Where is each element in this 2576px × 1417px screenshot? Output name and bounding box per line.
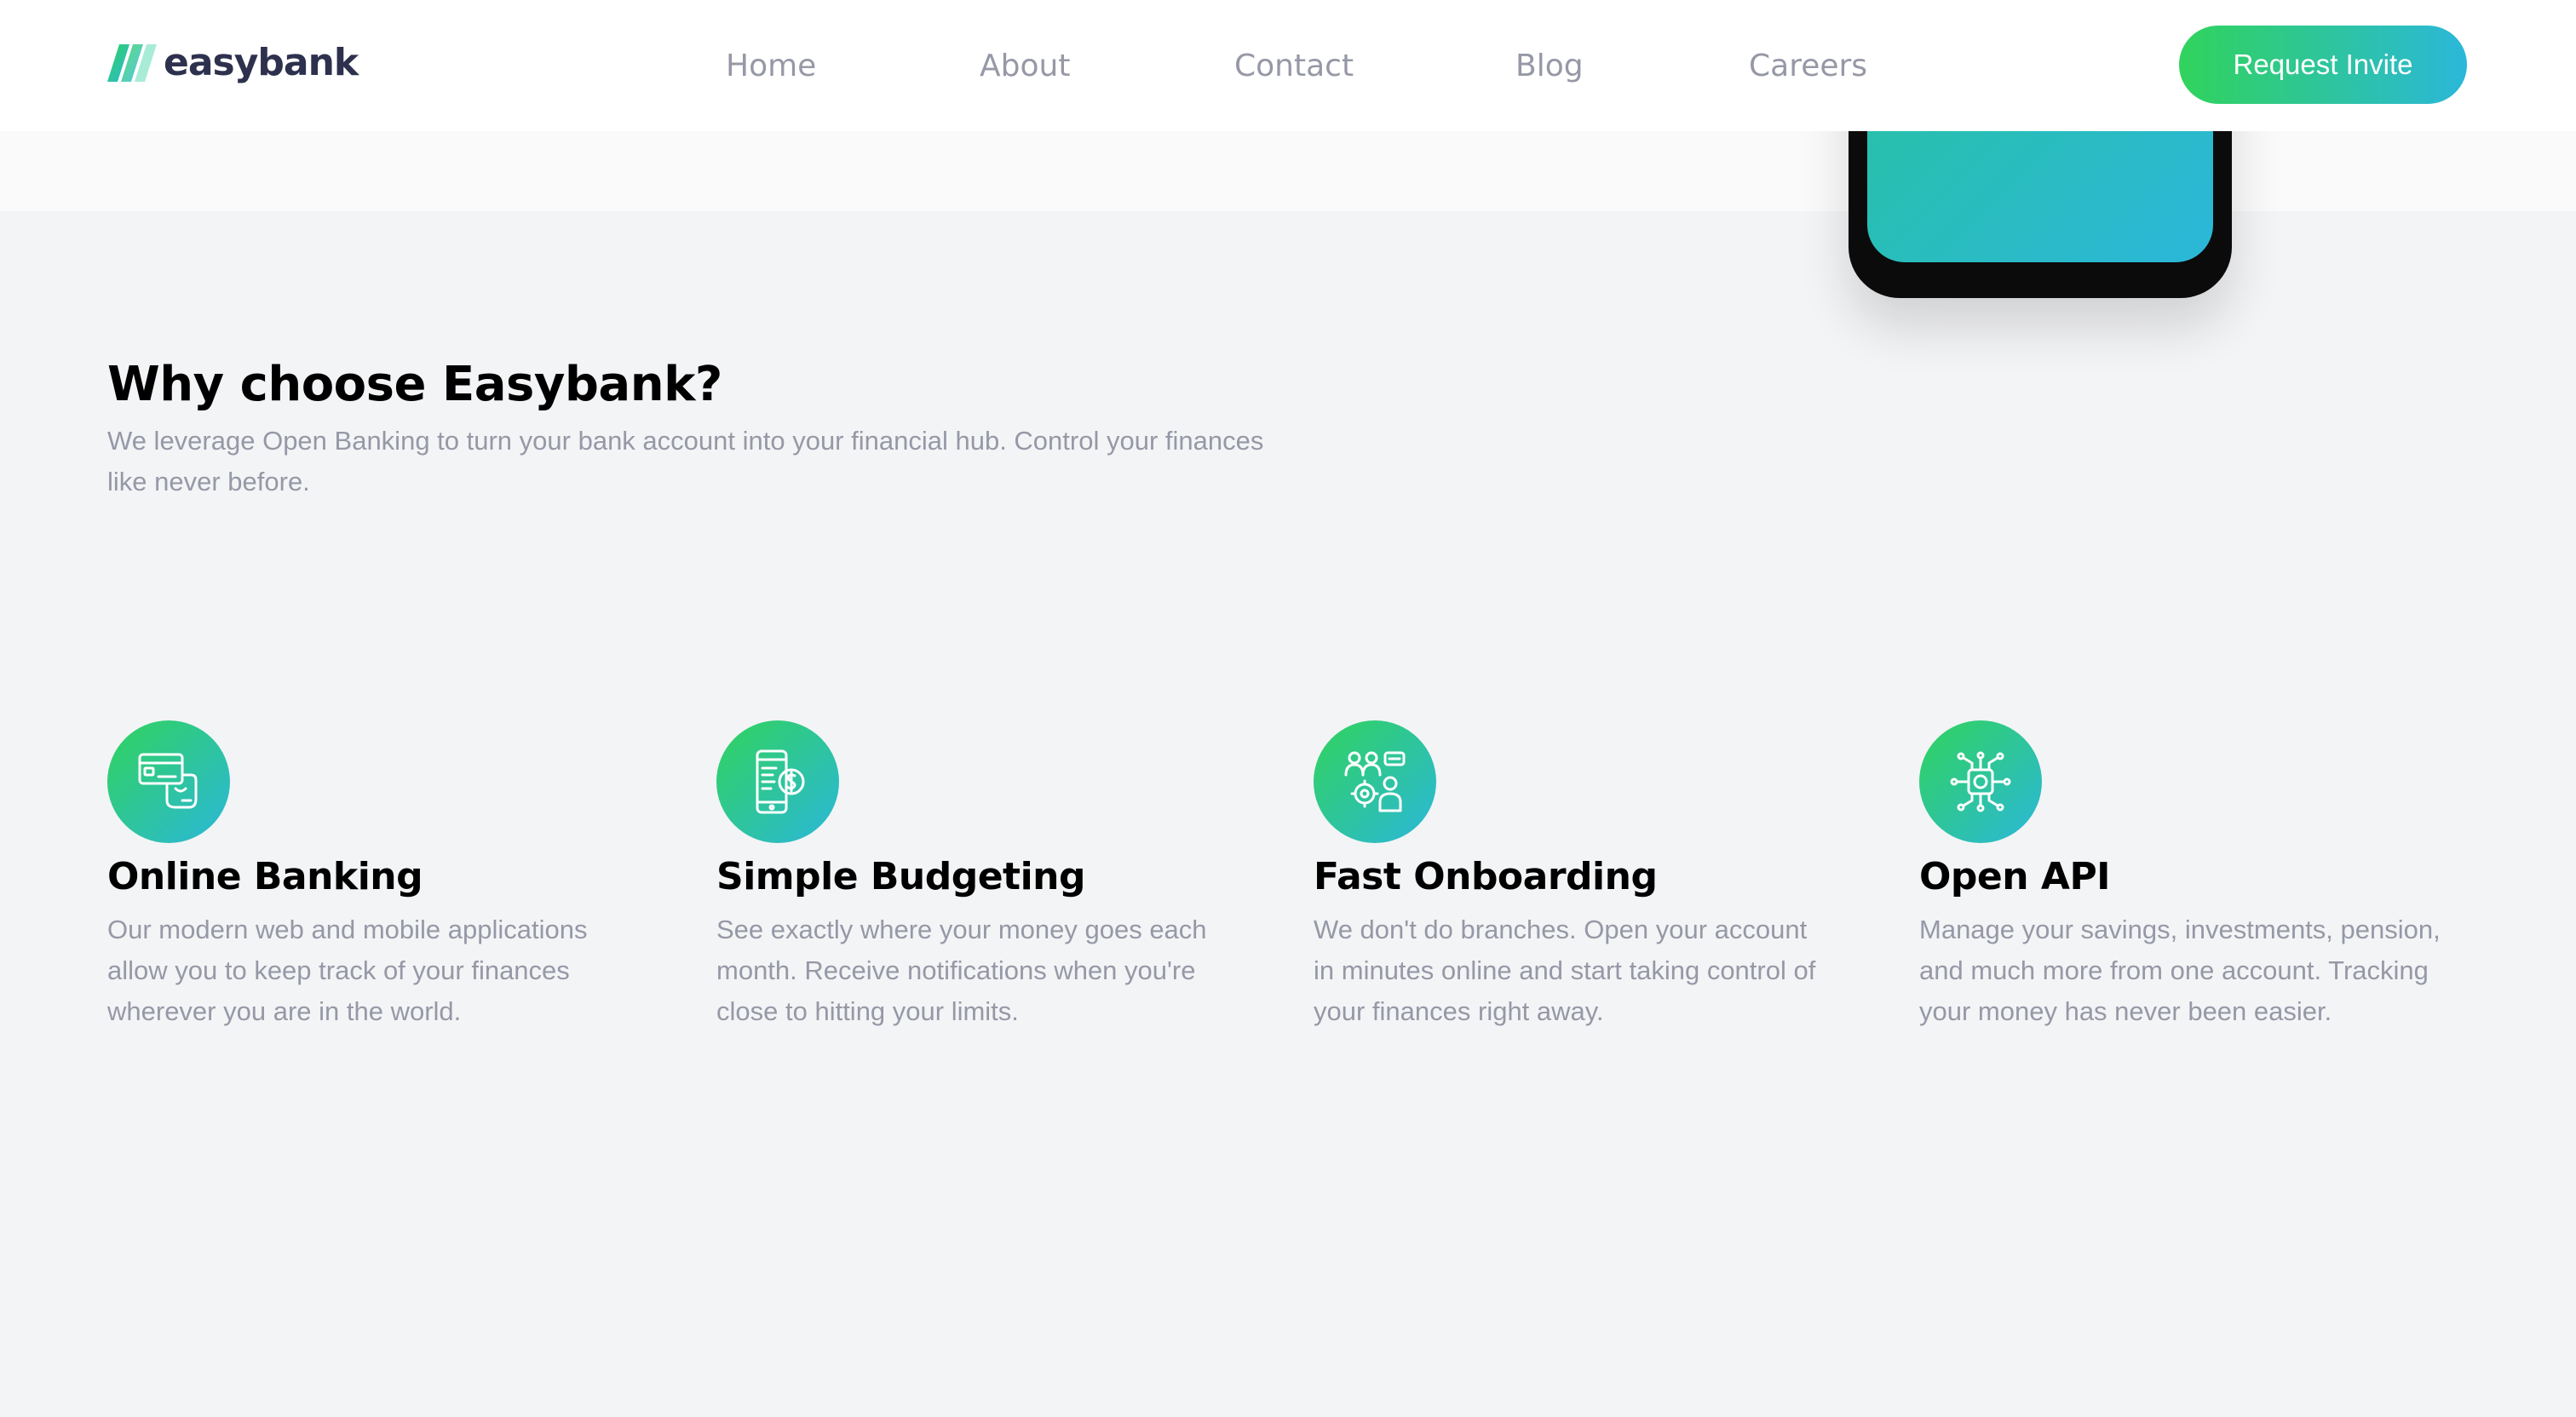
nav-contact[interactable]: Contact [1234,43,1354,90]
feature-title: Online Banking [107,855,423,898]
feature-online-banking: Online Banking Our modern web and mobile… [107,720,618,1032]
feature-open-api: Open API Manage your savings, investment… [1919,720,2481,1032]
budgeting-icon [716,720,839,843]
logo[interactable]: easybank [107,39,359,87]
logo-text: easybank [164,41,359,84]
nav-careers[interactable]: Careers [1749,43,1867,90]
online-banking-icon [107,720,230,843]
request-invite-button[interactable]: Request Invite [2179,26,2467,104]
api-icon [1919,720,2042,843]
nav-about[interactable]: About [980,43,1070,90]
why-description: We leverage Open Banking to turn your ba… [107,426,1264,496]
logo-mark-icon [107,44,157,82]
feature-description: Manage your savings, investments, pensio… [1919,915,2441,1026]
nav-home[interactable]: Home [726,43,816,90]
site-header: easybank Home About Contact Blog Careers… [0,0,2576,131]
feature-description: See exactly where your money goes each m… [716,915,1207,1026]
nav-blog[interactable]: Blog [1515,43,1584,90]
why-title: Why choose Easybank? [107,357,722,412]
feature-simple-budgeting: Simple Budgeting See exactly where your … [716,720,1228,1032]
feature-fast-onboarding: Fast Onboarding We don't do branches. Op… [1314,720,1825,1032]
feature-title: Fast Onboarding [1314,855,1658,898]
page: easybank Home About Contact Blog Careers… [0,0,2576,1417]
feature-description: Our modern web and mobile applications a… [107,915,588,1026]
feature-title: Simple Budgeting [716,855,1086,898]
onboarding-icon [1314,720,1436,843]
feature-title: Open API [1919,855,2111,898]
feature-description: We don't do branches. Open your account … [1314,915,1816,1026]
